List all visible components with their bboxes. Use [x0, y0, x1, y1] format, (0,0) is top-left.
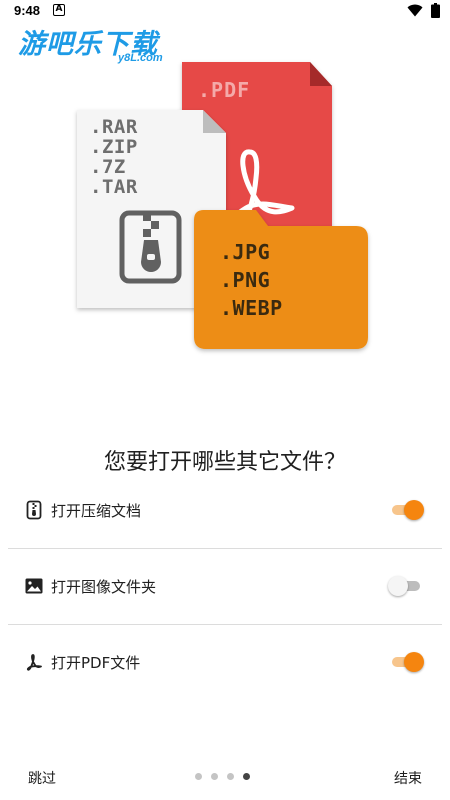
option-label: 打开图像文件夹: [51, 578, 157, 596]
bottom-navigation: 跳过 结束: [0, 760, 450, 796]
archive-extension-label: .TAR: [90, 176, 138, 198]
option-label: 打开压缩文档: [51, 502, 142, 520]
image-icon: [25, 578, 43, 594]
option-row-image[interactable]: 打开图像文件夹: [8, 548, 442, 624]
skip-button[interactable]: 跳过: [28, 768, 56, 788]
pdf-extension-label: .PDF: [198, 78, 251, 102]
watermark-logo: 游吧乐下载 y8L.com: [18, 22, 188, 66]
pdf-toggle[interactable]: [390, 652, 424, 672]
option-row-pdf[interactable]: 打开PDF文件: [8, 624, 442, 700]
image-extension-label: .JPG: [220, 240, 271, 264]
toggle-thumb: [388, 576, 408, 596]
image-extension-label: .PNG: [220, 268, 271, 292]
archive-extension-label: .ZIP: [90, 136, 138, 158]
pdf-acrobat-icon: [26, 654, 42, 671]
page-indicator: [195, 773, 250, 780]
toggle-thumb: [404, 652, 424, 672]
image-toggle[interactable]: [388, 576, 422, 596]
archive-toggle[interactable]: [390, 500, 424, 520]
option-row-archive[interactable]: 打开压缩文档: [8, 472, 442, 548]
option-label: 打开PDF文件: [51, 654, 141, 672]
toggle-thumb: [404, 500, 424, 520]
page-dot: [211, 773, 218, 780]
archive-file-icon: [26, 500, 42, 520]
page-dot-active: [243, 773, 250, 780]
done-button[interactable]: 结束: [394, 768, 422, 788]
watermark-domain: y8L.com: [118, 52, 163, 64]
page-dot: [195, 773, 202, 780]
page-dot: [227, 773, 234, 780]
image-extension-label: .WEBP: [220, 296, 283, 320]
archive-extension-label: .RAR: [90, 116, 138, 138]
archive-extension-label: .7Z: [90, 156, 126, 178]
